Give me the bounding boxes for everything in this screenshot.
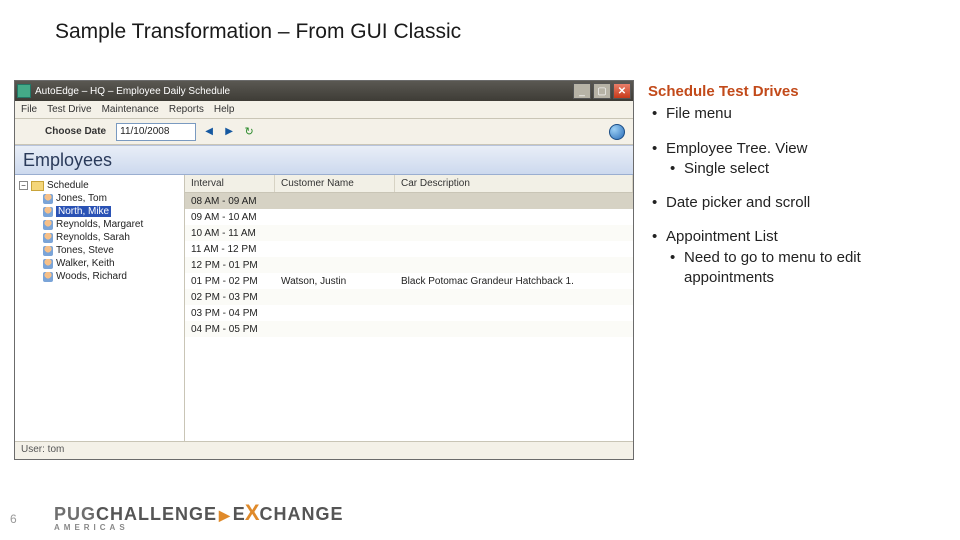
person-icon (43, 207, 53, 217)
cell-interval: 10 AM - 11 AM (185, 228, 275, 239)
notes-heading: Schedule Test Drives (648, 82, 948, 102)
page-number: 6 (10, 512, 17, 526)
grid-row[interactable]: 08 AM - 09 AM (185, 193, 633, 209)
status-bar: User: tom (15, 441, 633, 459)
folder-icon (31, 181, 44, 191)
menu-maintenance[interactable]: Maintenance (102, 104, 159, 115)
person-icon (43, 233, 53, 243)
tree-item[interactable]: Tones, Steve (41, 244, 184, 257)
tree-item[interactable]: Reynolds, Sarah (41, 231, 184, 244)
cell-interval: 11 AM - 12 PM (185, 244, 275, 255)
cell-car: Black Potomac Grandeur Hatchback 1. (395, 276, 633, 287)
footer-logo: PUGCHALLENGE▶EXCHANGE AMERICAS (54, 502, 344, 532)
note-edit-via-menu: Need to go to menu to edit appointments (666, 248, 948, 289)
grid-row[interactable]: 09 AM - 10 AM (185, 209, 633, 225)
menu-test-drive[interactable]: Test Drive (47, 104, 91, 115)
col-header-customer[interactable]: Customer Name (275, 175, 395, 192)
grid-row[interactable]: 03 PM - 04 PM (185, 305, 633, 321)
note-single-select: Single select (666, 159, 948, 179)
app-icon (17, 84, 31, 98)
date-input[interactable]: 11/10/2008 (116, 123, 196, 141)
tree-root-label: Schedule (47, 180, 89, 191)
grid-row[interactable]: 01 PM - 02 PMWatson, JustinBlack Potomac… (185, 273, 633, 289)
window-title: AutoEdge – HQ – Employee Daily Schedule (35, 86, 571, 97)
tree-item-label: Tones, Steve (56, 245, 114, 256)
cell-interval: 08 AM - 09 AM (185, 196, 275, 207)
refresh-button[interactable]: ↻ (242, 125, 256, 139)
choose-date-label: Choose Date (45, 126, 106, 137)
person-icon (43, 259, 53, 269)
menu-reports[interactable]: Reports (169, 104, 204, 115)
tree-item-label: Jones, Tom (56, 193, 107, 204)
grid-row[interactable]: 04 PM - 05 PM (185, 321, 633, 337)
tree-root-schedule[interactable]: − Schedule (15, 179, 184, 192)
employee-tree: − Schedule Jones, Tom North, Mike Reynolds… (15, 175, 185, 441)
close-button[interactable]: ✕ (613, 83, 631, 99)
tree-item[interactable]: Reynolds, Margaret (41, 218, 184, 231)
grid-row[interactable]: 12 PM - 01 PM (185, 257, 633, 273)
cell-interval: 01 PM - 02 PM (185, 276, 275, 287)
app-window: AutoEdge – HQ – Employee Daily Schedule … (14, 80, 634, 460)
tree-item-label: Reynolds, Sarah (56, 232, 130, 243)
tree-item-label: Reynolds, Margaret (56, 219, 143, 230)
tree-item[interactable]: Jones, Tom (41, 192, 184, 205)
grid-header: Interval Customer Name Car Description (185, 175, 633, 193)
note-treeview: Employee Tree. View Single select (648, 139, 948, 180)
slide-title: Sample Transformation – From GUI Classic (55, 20, 461, 44)
collapse-icon[interactable]: − (19, 181, 28, 190)
tree-item-label: Walker, Keith (56, 258, 115, 269)
col-header-interval[interactable]: Interval (185, 175, 275, 192)
minimize-button[interactable]: _ (573, 83, 591, 99)
tree-item[interactable]: Woods, Richard (41, 270, 184, 283)
employees-banner: Employees (15, 145, 633, 175)
date-prev-button[interactable]: ◀ (202, 125, 216, 139)
note-date-picker: Date picker and scroll (648, 193, 948, 213)
person-icon (43, 220, 53, 230)
date-toolbar: Choose Date 11/10/2008 ◀ ▶ ↻ (15, 119, 633, 145)
cell-interval: 02 PM - 03 PM (185, 292, 275, 303)
maximize-button[interactable]: ▢ (593, 83, 611, 99)
cell-interval: 03 PM - 04 PM (185, 308, 275, 319)
window-titlebar: AutoEdge – HQ – Employee Daily Schedule … (15, 81, 633, 101)
menu-help[interactable]: Help (214, 104, 235, 115)
globe-icon[interactable] (609, 124, 625, 140)
grid-row[interactable]: 10 AM - 11 AM (185, 225, 633, 241)
note-appt-list: Appointment List Need to go to menu to e… (648, 227, 948, 288)
person-icon (43, 246, 53, 256)
cell-customer: Watson, Justin (275, 276, 395, 287)
grid-row[interactable]: 11 AM - 12 PM (185, 241, 633, 257)
grid-row[interactable]: 02 PM - 03 PM (185, 289, 633, 305)
menu-file[interactable]: File (21, 104, 37, 115)
tree-item-label: Woods, Richard (56, 271, 127, 282)
cell-interval: 04 PM - 05 PM (185, 324, 275, 335)
date-next-button[interactable]: ▶ (222, 125, 236, 139)
note-file-menu: File menu (648, 104, 948, 124)
col-header-car[interactable]: Car Description (395, 175, 633, 192)
tree-item[interactable]: Walker, Keith (41, 257, 184, 270)
menu-bar: File Test Drive Maintenance Reports Help (15, 101, 633, 119)
tree-item[interactable]: North, Mike (41, 205, 184, 218)
person-icon (43, 194, 53, 204)
slide-notes: Schedule Test Drives File menu Employee … (648, 82, 948, 302)
cell-interval: 12 PM - 01 PM (185, 260, 275, 271)
person-icon (43, 272, 53, 282)
schedule-grid: Interval Customer Name Car Description 0… (185, 175, 633, 441)
cell-interval: 09 AM - 10 AM (185, 212, 275, 223)
tree-item-label: North, Mike (56, 206, 111, 217)
